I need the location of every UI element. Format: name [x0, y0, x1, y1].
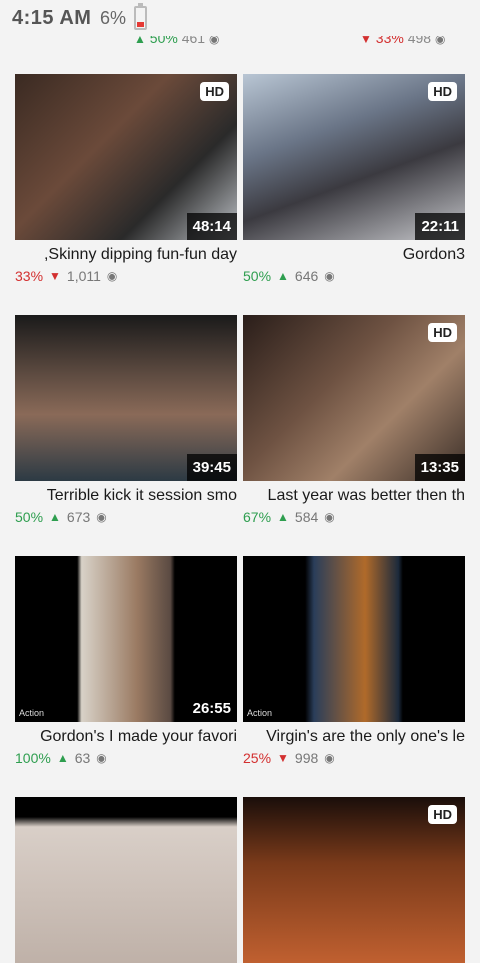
thumb-up-icon: ▲ [49, 510, 61, 524]
video-duration: 48:14 [186, 213, 237, 240]
rating-percent: 50% [15, 509, 44, 525]
thumb-up-icon: ▲ [56, 751, 69, 765]
battery-icon [134, 3, 147, 30]
video-duration: 22:11 [415, 213, 465, 240]
status-time: 4:15 AM [12, 7, 92, 29]
view-count: 584 [294, 509, 319, 525]
view-count: 1,011 [66, 268, 101, 284]
video-card[interactable]: Action Virgin's are the only one's le ◉ … [243, 556, 465, 766]
video-stats: ◉ 1,011 ▼ 33% [15, 268, 237, 284]
video-thumbnail[interactable]: HD [243, 797, 465, 963]
video-stats: ◉ 673 ▲ 50% [15, 509, 237, 525]
video-title[interactable]: Gordon3 [243, 246, 465, 264]
thumb-up-icon: ▲ [277, 269, 289, 283]
video-card[interactable]: HD 48:14 Skinny dipping fun-fun day, ◉ 1… [15, 74, 237, 284]
eye-icon: ◉ [324, 269, 335, 283]
video-stats: ◉ 646 ▲ 50% [243, 268, 465, 284]
video-title[interactable]: Skinny dipping fun-fun day, [15, 246, 237, 264]
thumb-down-icon: ▼ [49, 269, 61, 283]
rating-percent: 67% [243, 509, 272, 525]
video-thumbnail[interactable]: Action [243, 556, 465, 722]
view-count: 63 [74, 750, 91, 766]
video-thumbnail[interactable]: HD 48:14 [15, 74, 237, 240]
video-thumbnail[interactable]: HD 22:11 [243, 74, 465, 240]
eye-icon: ◉ [324, 510, 335, 524]
video-card[interactable]: 39:45 Terrible kick it session smo ◉ 673… [15, 315, 237, 525]
video-title[interactable]: Terrible kick it session smo [15, 487, 237, 505]
rating-percent: 100% [15, 750, 51, 766]
watermark: Action [247, 708, 273, 718]
hd-badge: HD [428, 82, 457, 101]
view-count: 646 [294, 268, 319, 284]
view-count: 673 [66, 509, 91, 525]
video-stats: ◉ 63 ▲ 100% [15, 750, 237, 766]
video-card[interactable]: Action 26:55 Gordon's I made your favori… [15, 556, 237, 766]
hd-badge: HD [200, 82, 229, 101]
video-stats: ◉ 584 ▲ 67% [243, 509, 465, 525]
video-duration: 26:55 [186, 695, 237, 722]
watermark: Action [19, 708, 45, 718]
thumb-up-icon: ▲ [277, 510, 289, 524]
view-count: 998 [294, 750, 319, 766]
rating-percent: 33% [15, 268, 44, 284]
eye-icon: ◉ [324, 751, 335, 765]
video-duration: 39:45 [186, 454, 237, 481]
status-bar: 4:15 AM 6% [0, 0, 480, 36]
eye-icon: ◉ [96, 751, 107, 765]
video-thumbnail[interactable]: HD 13:35 [243, 315, 465, 481]
rating-percent: 25% [243, 750, 272, 766]
video-title[interactable]: Gordon's I made your favori [15, 728, 237, 746]
eye-icon: ◉ [106, 269, 118, 283]
thumb-down-icon: ▼ [277, 751, 289, 765]
rating-percent: 50% [243, 268, 272, 284]
video-card[interactable]: HD 22:11 Gordon3 ◉ 646 ▲ 50% [243, 74, 465, 284]
video-card[interactable]: HD [243, 797, 465, 963]
hd-badge: HD [428, 805, 457, 824]
video-card[interactable] [15, 797, 237, 963]
battery-percent: 6% [100, 8, 127, 28]
video-thumbnail[interactable]: 39:45 [15, 315, 237, 481]
video-title[interactable]: Last year was better then th [243, 487, 465, 505]
video-stats: ◉ 998 ▼ 25% [243, 750, 465, 766]
video-duration: 13:35 [414, 454, 465, 481]
eye-icon: ◉ [96, 510, 107, 524]
video-thumbnail[interactable]: Action 26:55 [15, 556, 237, 722]
video-thumbnail[interactable] [15, 797, 237, 963]
hd-badge: HD [428, 323, 457, 342]
video-title[interactable]: Virgin's are the only one's le [243, 728, 465, 746]
video-card[interactable]: HD 13:35 Last year was better then th ◉ … [243, 315, 465, 525]
